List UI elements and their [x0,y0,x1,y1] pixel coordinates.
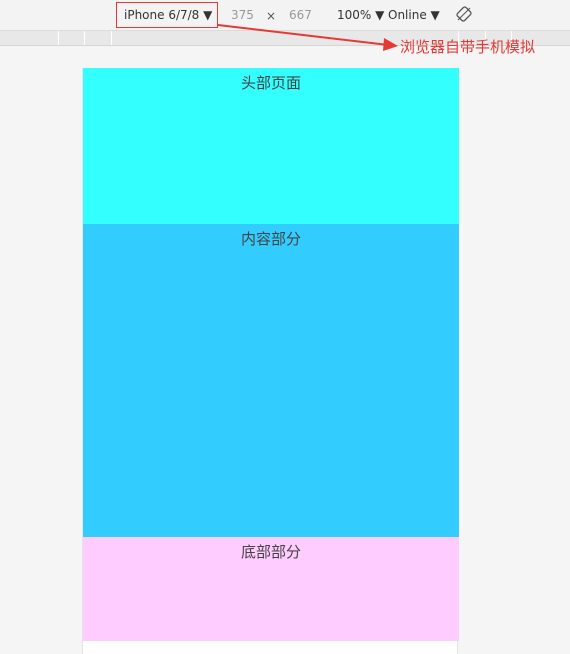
header-section: 头部页面 [83,68,459,224]
content-section: 内容部分 [83,224,459,537]
annotation-text: 浏览器自带手机模拟 [400,38,536,56]
header-label: 头部页面 [240,74,301,92]
footer-label: 底部部分 [240,543,301,561]
mobile-viewport: 头部页面 内容部分 底部部分 [82,68,459,654]
content-label: 内容部分 [240,230,301,248]
footer-section: 底部部分 [83,537,459,641]
